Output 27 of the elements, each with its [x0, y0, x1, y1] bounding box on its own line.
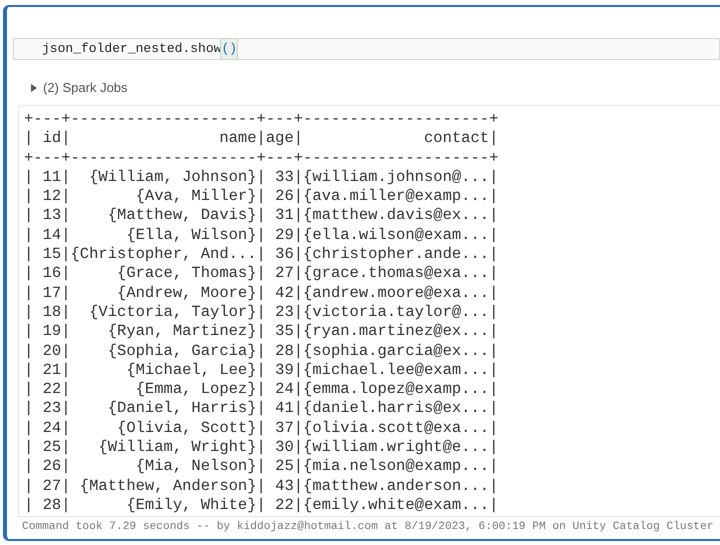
output-line: | 26| {Mia, Nelson}| 25|{mia.nelson@examp...| [24, 457, 498, 477]
spark-jobs-toggle[interactable]: (2) Spark Jobs [31, 79, 128, 97]
code-text: json_folder_nested.show [42, 40, 222, 58]
output-line: | 25| {William, Wright}| 30|{william.wright@e...| [24, 438, 498, 458]
output-line: | 28| {Emily, White}| 22|{emily.white@exam...| [24, 496, 498, 516]
code-bracket: () [221, 39, 238, 59]
output-line: | id| name|age| contact| [24, 129, 498, 149]
output-line: | 12| {Ava, Miller}| 26|{ava.miller@examp...| [24, 187, 498, 206]
output-line: | 11| {William, Johnson}| 33|{william.johnson@...| [24, 168, 498, 188]
output-line: | 13| {Matthew, Davis}| 31|{matthew.davis@ex...| [24, 206, 498, 226]
output-line: | 21| {Michael, Lee}| 39|{michael.lee@exam...| [24, 360, 498, 380]
output-line: | 20| {Sophia, Garcia}| 28|{sophia.garcia@ex...| [24, 342, 498, 361]
output-line: | 14| {Ella, Wilson}| 29|{ella.wilson@exam...| [24, 226, 498, 246]
output-line: | 17| {Andrew, Moore}| 42|{andrew.moore@exa...| [24, 284, 498, 303]
code-editor[interactable]: json_folder_nested.show() [13, 38, 720, 60]
output-line: | 23| {Daniel, Harris}| 41|{daniel.harris@ex...| [24, 399, 498, 419]
output-line: | 15|{Christopher, And...| 36|{christopher.ande...| [24, 245, 498, 264]
output-line: +---+--------------------+---+--------------------+ [24, 110, 498, 130]
output-line: | 27| {Matthew, Anderson}| 43|{matthew.anderson...| [24, 476, 498, 496]
output-line: | 24| {Olivia, Scott}| 37|{olivia.scott@exa...| [24, 418, 498, 438]
output-line: | 22| {Emma, Lopez}| 24|{emma.lopez@examp...| [24, 380, 498, 400]
caret-icon [31, 84, 37, 92]
output-line: | 19| {Ryan, Martinez}| 35|{ryan.martinez@ex...| [24, 322, 498, 342]
output-line: | 18| {Victoria, Taylor}| 23|{victoria.taylor@...| [24, 302, 498, 322]
output-line: | 16| {Grace, Thomas}| 27|{grace.thomas@exa...| [24, 264, 498, 284]
output-line: +---+--------------------+---+--------------------+ [24, 148, 498, 168]
status-text: Command took 7.29 seconds -- by kiddojazz@hotmail.com at 8/19/2023, 6:00:19 PM on Unity Catalog Cluster [22, 520, 714, 535]
